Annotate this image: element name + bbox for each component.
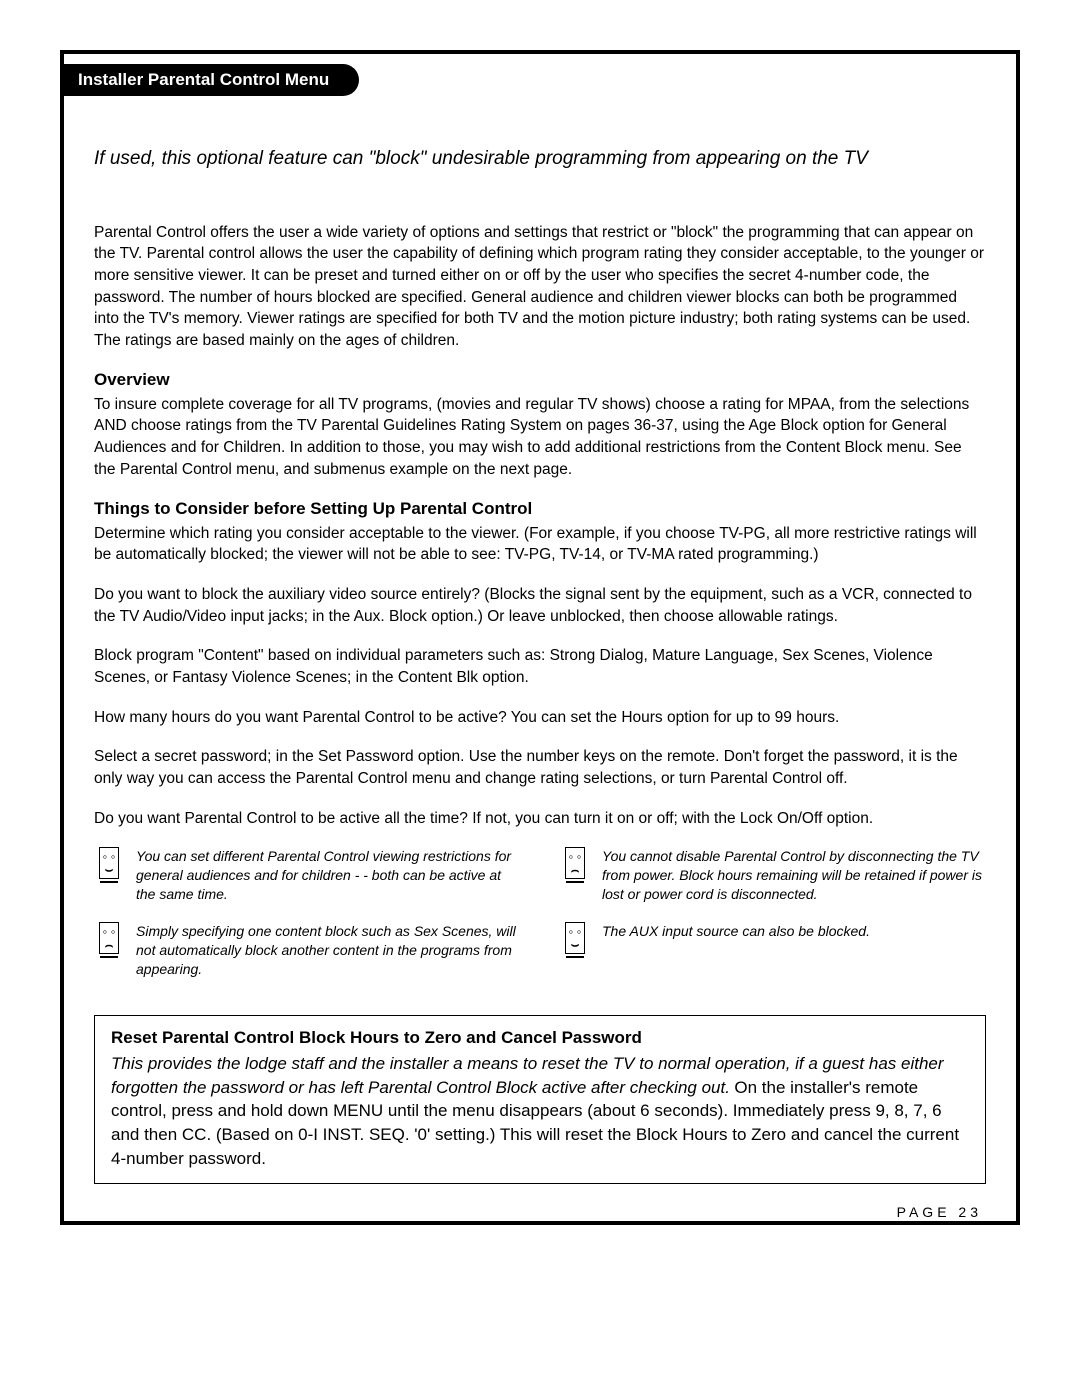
frown-face-icon: ◦ ◦⌢ <box>560 847 590 883</box>
section-tab: Installer Parental Control Menu <box>64 64 359 96</box>
tip-text: The AUX input source can also be blocked… <box>602 922 870 941</box>
tip-row: ◦ ◦⌢ Simply specifying one content block… <box>94 922 520 979</box>
tips-section: ◦ ◦⌣ You can set different Parental Cont… <box>94 847 986 996</box>
tip-text: You can set different Parental Control v… <box>136 847 520 904</box>
things-p1: Determine which rating you consider acce… <box>94 523 986 566</box>
things-p3: Block program "Content" based on individ… <box>94 645 986 688</box>
tip-row: ◦ ◦⌣ The AUX input source can also be bl… <box>560 922 986 958</box>
reset-box: Reset Parental Control Block Hours to Ze… <box>94 1015 986 1184</box>
things-heading: Things to Consider before Setting Up Par… <box>94 499 986 519</box>
reset-heading: Reset Parental Control Block Hours to Ze… <box>111 1028 969 1048</box>
tip-text: Simply specifying one content block such… <box>136 922 520 979</box>
tip-row: ◦ ◦⌢ You cannot disable Parental Control… <box>560 847 986 904</box>
page-number: PAGE 23 <box>94 1204 986 1220</box>
tip-text: You cannot disable Parental Control by d… <box>602 847 986 904</box>
frown-face-icon: ◦ ◦⌢ <box>94 922 124 958</box>
overview-heading: Overview <box>94 370 986 390</box>
page-frame: Installer Parental Control Menu If used,… <box>60 50 1020 1225</box>
intro-paragraph: Parental Control offers the user a wide … <box>94 222 986 352</box>
smile-face-icon: ◦ ◦⌣ <box>560 922 590 958</box>
things-p5: Select a secret password; in the Set Pas… <box>94 746 986 789</box>
tip-row: ◦ ◦⌣ You can set different Parental Cont… <box>94 847 520 904</box>
things-p2: Do you want to block the auxiliary video… <box>94 584 986 627</box>
things-p4: How many hours do you want Parental Cont… <box>94 707 986 729</box>
smile-face-icon: ◦ ◦⌣ <box>94 847 124 883</box>
intro-text: If used, this optional feature can "bloc… <box>94 146 986 172</box>
overview-paragraph: To insure complete coverage for all TV p… <box>94 394 986 481</box>
things-p6: Do you want Parental Control to be activ… <box>94 808 986 830</box>
